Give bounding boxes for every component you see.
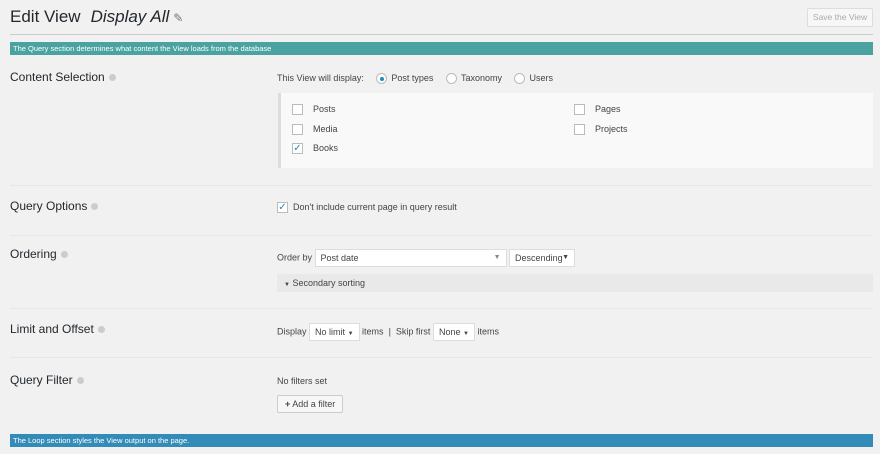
limit-select[interactable]: No limit ▼ (309, 323, 360, 341)
page-title: Edit View Display All ✎ (10, 7, 183, 27)
divider (10, 34, 873, 35)
help-icon[interactable] (91, 203, 99, 211)
checkbox-pages[interactable]: Pages (574, 104, 621, 116)
radio-label: Taxonomy (460, 73, 502, 83)
plus-icon: + (285, 399, 291, 409)
caret-down-icon: ▼ (493, 254, 501, 261)
post-types-panel: Posts Media ✓ Books Pages Projects (278, 93, 873, 168)
limit-offset-heading: Limit and Offset (10, 322, 105, 336)
help-icon[interactable] (97, 326, 105, 334)
heading-text: Query Options (10, 199, 88, 213)
separator: | (388, 326, 391, 337)
help-icon[interactable] (108, 74, 116, 82)
button-label: Add a filter (292, 399, 336, 409)
divider (10, 185, 873, 186)
checkbox-media[interactable]: Media (292, 124, 338, 136)
checkbox[interactable] (292, 104, 303, 116)
content-selection-heading: Content Selection (10, 70, 116, 84)
select-value: Post date (320, 253, 359, 263)
no-filters-text: No filters set (277, 376, 328, 386)
ordering-heading: Ordering (10, 247, 68, 261)
divider (10, 357, 873, 358)
caret-down-icon: ▼ (562, 254, 570, 261)
divider (10, 308, 873, 309)
checkbox-label: Books (313, 143, 339, 153)
heading-text: Ordering (10, 247, 57, 261)
radio-taxonomy[interactable] (445, 73, 457, 85)
checkbox[interactable] (574, 104, 585, 116)
pencil-icon[interactable]: ✎ (173, 11, 183, 25)
order-row: Order by Post date ▼ Descending ▼ (277, 249, 576, 267)
select-value: Descending (515, 253, 563, 263)
order-direction-select[interactable]: Descending ▼ (509, 249, 576, 267)
title-text: Edit View (10, 7, 81, 26)
caret-down-icon: ▼ (284, 282, 290, 288)
display-label: Display (277, 326, 307, 337)
radio-users[interactable] (514, 73, 526, 85)
query-banner: The Query section determines what conten… (10, 42, 873, 55)
help-icon[interactable] (60, 251, 68, 259)
save-button[interactable]: Save the View (807, 8, 873, 27)
checkbox-label: Pages (595, 104, 621, 114)
items-label: items (362, 326, 384, 337)
checkbox-checked[interactable]: ✓ (292, 143, 303, 155)
checkbox-books[interactable]: ✓ Books (292, 143, 339, 155)
radio-label: Post types (391, 73, 434, 83)
checkbox-label: Media (313, 124, 338, 134)
display-label: This View will display: (277, 73, 364, 83)
loop-banner: The Loop section styles the View output … (10, 434, 873, 447)
help-icon[interactable] (76, 377, 84, 385)
select-value: No limit (315, 327, 346, 337)
checkbox-label: Projects (595, 124, 628, 134)
view-name[interactable]: Display All (91, 7, 170, 26)
order-by-select[interactable]: Post date ▼ (314, 249, 507, 267)
items-label: items (477, 326, 499, 337)
add-filter-button[interactable]: + Add a filter (277, 395, 344, 413)
secondary-label: Secondary sorting (292, 278, 366, 288)
caret-down-icon: ▼ (462, 331, 469, 337)
checkbox[interactable] (292, 124, 303, 136)
exclude-current-page[interactable]: ✓ Don't include current page in query res… (277, 202, 457, 214)
skip-label: Skip first (395, 326, 431, 337)
select-value: None (438, 327, 461, 337)
checkbox[interactable] (574, 124, 585, 136)
heading-text: Limit and Offset (10, 322, 94, 336)
checkbox-checked[interactable]: ✓ (277, 202, 288, 214)
query-filter-heading: Query Filter (10, 373, 84, 387)
order-by-label: Order by (277, 252, 313, 263)
secondary-sorting-toggle[interactable]: ▼ Secondary sorting (277, 274, 873, 292)
heading-text: Query Filter (10, 373, 73, 387)
query-options-heading: Query Options (10, 199, 99, 213)
checkbox-label: Don't include current page in query resu… (293, 202, 457, 212)
checkbox-label: Posts (313, 104, 336, 114)
radio-label: Users (529, 73, 553, 83)
radio-post-types[interactable] (376, 73, 388, 85)
offset-select[interactable]: None ▼ (432, 323, 475, 341)
heading-text: Content Selection (10, 70, 105, 84)
divider (10, 235, 873, 236)
checkbox-posts[interactable]: Posts (292, 104, 336, 116)
caret-down-icon: ▼ (347, 331, 354, 337)
display-type-group: This View will display: Post types Taxon… (277, 73, 553, 85)
checkbox-projects[interactable]: Projects (574, 124, 628, 136)
limit-row: Display No limit ▼ items | Skip first No… (277, 323, 499, 341)
